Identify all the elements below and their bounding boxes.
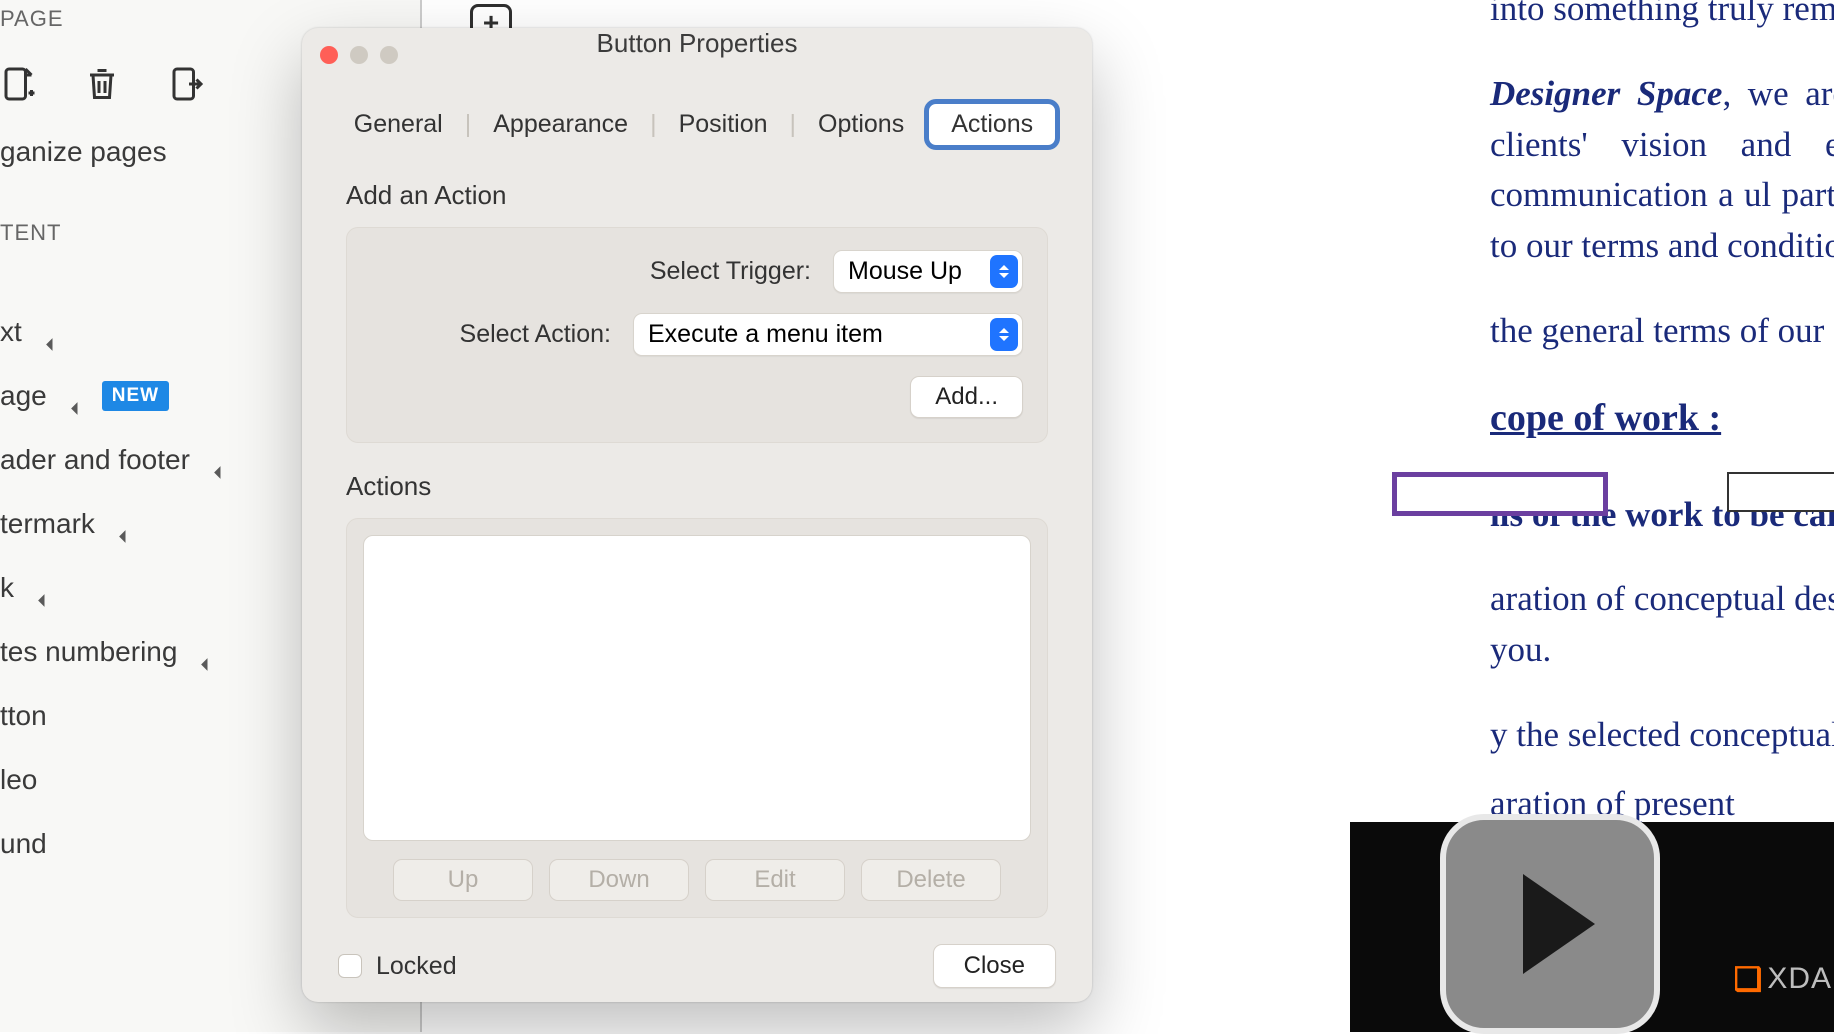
delete-button[interactable]: Delete: [861, 859, 1001, 901]
trash-icon[interactable]: [84, 66, 120, 102]
add-action-panel: Select Trigger: Mouse Up Select Action: …: [346, 227, 1048, 443]
play-icon: [1523, 874, 1595, 974]
actions-heading: Actions: [346, 471, 1048, 502]
window-controls: [320, 46, 398, 64]
sidebar-item-label: ganize pages: [0, 136, 167, 168]
chevron-down-icon: [46, 338, 59, 351]
dialog-tabs: General | Appearance | Position | Option…: [302, 99, 1092, 150]
add-action-button[interactable]: Add...: [910, 376, 1023, 418]
sidebar-item-label: tton: [0, 700, 47, 732]
up-button[interactable]: Up: [393, 859, 533, 901]
extract-page-icon[interactable]: [168, 66, 204, 102]
tab-options[interactable]: Options: [798, 102, 924, 147]
tab-actions[interactable]: Actions: [924, 99, 1060, 150]
actions-panel: Up Down Edit Delete: [346, 518, 1048, 918]
tab-general[interactable]: General: [334, 102, 463, 147]
sidebar-item-label: tes numbering: [0, 636, 177, 668]
form-field-grey[interactable]: [1727, 472, 1834, 512]
select-action-dropdown[interactable]: Execute a menu item: [633, 313, 1023, 356]
dialog-titlebar: Button Properties: [302, 28, 1092, 59]
select-trigger-dropdown[interactable]: Mouse Up: [833, 250, 1023, 293]
dropdown-arrows-icon: [990, 318, 1018, 351]
locked-checkbox[interactable]: Locked: [338, 952, 457, 981]
dialog-footer: Locked Close: [302, 918, 1092, 1018]
sidebar-item-label: k: [0, 572, 14, 604]
chevron-down-icon: [119, 530, 132, 543]
select-trigger-label: Select Trigger:: [650, 257, 811, 286]
chevron-down-icon: [38, 594, 51, 607]
sidebar-item-label: age: [0, 380, 47, 412]
select-action-label: Select Action:: [460, 320, 611, 349]
xda-glyph-icon: ❑: [1734, 960, 1764, 998]
chevron-down-icon: [202, 658, 215, 671]
insert-page-icon[interactable]: [0, 66, 36, 102]
dialog-title: Button Properties: [302, 28, 1092, 59]
chevron-down-icon: [71, 402, 84, 415]
chevron-down-icon: [214, 466, 227, 479]
close-window-button[interactable]: [320, 46, 338, 64]
sidebar-item-label: xt: [0, 316, 22, 348]
edit-button[interactable]: Edit: [705, 859, 845, 901]
sidebar-item-label: leo: [0, 764, 37, 796]
minimize-window-button[interactable]: [350, 46, 368, 64]
tab-position[interactable]: Position: [659, 102, 788, 147]
checkbox-icon: [338, 954, 362, 978]
dropdown-arrows-icon: [990, 255, 1018, 288]
tab-appearance[interactable]: Appearance: [473, 102, 648, 147]
add-action-heading: Add an Action: [346, 180, 1048, 211]
new-badge: NEW: [102, 381, 169, 411]
close-button[interactable]: Close: [933, 944, 1056, 988]
sidebar-item-label: und: [0, 828, 47, 860]
button-properties-dialog: Button Properties General | Appearance |…: [302, 28, 1092, 1002]
xda-logo: ❑ XDA: [1734, 960, 1832, 998]
video-player-overlay[interactable]: ❑ XDA: [1350, 822, 1834, 1032]
play-button[interactable]: [1440, 814, 1660, 1034]
sidebar-item-label: ader and footer: [0, 444, 190, 476]
zoom-window-button[interactable]: [380, 46, 398, 64]
down-button[interactable]: Down: [549, 859, 689, 901]
sidebar-item-label: termark: [0, 508, 95, 540]
form-field-purple[interactable]: [1392, 472, 1608, 516]
actions-listbox[interactable]: [363, 535, 1031, 841]
